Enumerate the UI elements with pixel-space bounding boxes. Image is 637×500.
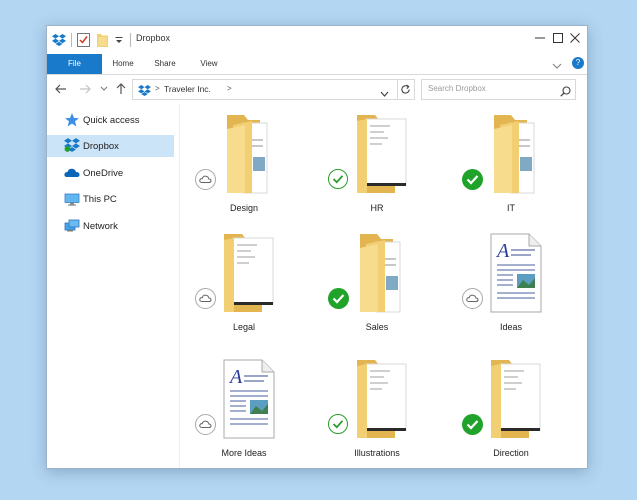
dropbox-icon xyxy=(64,138,80,154)
file-tile[interactable]: IT xyxy=(456,111,566,221)
nav-item-this-pc[interactable]: This PC xyxy=(47,188,174,210)
nav-item-onedrive[interactable]: OneDrive xyxy=(47,162,174,184)
always-available-icon xyxy=(462,414,483,435)
search-placeholder: Search Dropbox xyxy=(428,84,486,93)
new-folder-icon[interactable] xyxy=(95,31,109,49)
cloud-icon xyxy=(64,165,80,181)
help-icon[interactable]: ? xyxy=(572,57,584,69)
navigation-pane: Quick access Dropbox OneDrive This PC Ne… xyxy=(47,104,179,468)
file-tile[interactable]: A More Ideas xyxy=(189,356,299,466)
always-available-icon xyxy=(462,169,483,190)
breadcrumb-separator: > xyxy=(227,84,232,93)
window-title: Dropbox xyxy=(136,33,171,43)
file-name: More Ideas xyxy=(221,448,267,458)
nav-item-label: Quick access xyxy=(83,114,140,126)
title-bar: Dropbox xyxy=(47,26,587,54)
synced-icon xyxy=(328,169,348,189)
nav-item-label: Dropbox xyxy=(83,140,119,152)
folder-icon xyxy=(357,360,407,438)
document-icon: A xyxy=(223,359,275,439)
breadcrumb-folder[interactable]: Traveler Inc. xyxy=(164,84,211,94)
file-tile[interactable]: Legal xyxy=(189,230,299,340)
refresh-button[interactable] xyxy=(396,79,415,100)
minimize-button[interactable] xyxy=(531,29,549,47)
document-icon: A xyxy=(490,233,542,313)
customize-toolbar-icon[interactable] xyxy=(113,31,125,49)
up-button[interactable] xyxy=(113,81,129,97)
pane-divider xyxy=(179,104,180,468)
breadcrumb-separator: > xyxy=(155,84,160,93)
properties-icon[interactable] xyxy=(75,31,91,49)
file-name: Direction xyxy=(493,448,529,458)
star-icon xyxy=(64,112,80,128)
tab-view[interactable]: View xyxy=(188,54,230,74)
file-name: HR xyxy=(370,203,384,213)
online-only-icon xyxy=(462,288,483,309)
online-only-icon xyxy=(195,169,216,190)
back-button[interactable] xyxy=(53,81,69,97)
folder-icon xyxy=(224,234,274,312)
file-tile[interactable]: Design xyxy=(189,111,299,221)
file-name: Ideas xyxy=(499,322,523,332)
file-name: Design xyxy=(229,203,258,213)
ribbon-tabs: File Home Share View ? xyxy=(47,54,587,75)
close-button[interactable] xyxy=(566,29,584,47)
file-tile[interactable]: HR xyxy=(322,111,432,221)
tab-home[interactable]: Home xyxy=(102,54,144,74)
separator xyxy=(71,33,72,47)
file-tile[interactable]: Illustrations xyxy=(322,356,432,466)
search-icon[interactable] xyxy=(560,84,571,102)
computer-icon xyxy=(64,191,80,207)
svg-text:A: A xyxy=(495,240,510,262)
online-only-icon xyxy=(195,288,216,309)
recent-locations-button[interactable] xyxy=(96,81,112,97)
file-tile[interactable]: Direction xyxy=(456,356,566,466)
address-dropdown-icon[interactable] xyxy=(380,85,389,103)
maximize-button[interactable] xyxy=(549,29,567,47)
address-bar[interactable]: > Traveler Inc. > xyxy=(132,79,398,100)
forward-button[interactable] xyxy=(77,81,93,97)
folder-icon xyxy=(494,115,535,194)
file-name: Legal xyxy=(232,322,256,332)
folder-icon xyxy=(491,360,541,438)
file-name: Sales xyxy=(365,322,389,332)
file-tile[interactable]: Sales xyxy=(322,230,432,340)
dropbox-logo-icon xyxy=(51,31,67,49)
synced-icon xyxy=(328,414,348,434)
dropbox-icon xyxy=(138,83,151,101)
tab-share[interactable]: Share xyxy=(144,54,186,74)
file-name: Illustrations xyxy=(354,448,400,458)
nav-item-label: This PC xyxy=(83,193,117,205)
folder-icon xyxy=(227,115,268,194)
separator xyxy=(130,33,131,47)
online-only-icon xyxy=(195,414,216,435)
file-tile[interactable]: A Ideas xyxy=(456,230,566,340)
nav-item-dropbox[interactable]: Dropbox xyxy=(47,135,174,157)
svg-text:A: A xyxy=(228,366,243,388)
nav-item-quick-access[interactable]: Quick access xyxy=(47,109,174,131)
file-name: IT xyxy=(507,203,515,213)
folder-icon xyxy=(360,234,401,313)
search-input[interactable]: Search Dropbox xyxy=(421,79,576,100)
always-available-icon xyxy=(328,288,349,309)
folder-icon xyxy=(357,115,407,193)
tab-file[interactable]: File xyxy=(47,54,102,74)
expand-ribbon-icon[interactable] xyxy=(552,58,562,76)
nav-item-network[interactable]: Network xyxy=(47,215,174,237)
explorer-window: Dropbox File Home Share View ? > Travele… xyxy=(46,25,588,469)
nav-item-label: Network xyxy=(83,220,118,232)
nav-item-label: OneDrive xyxy=(83,167,124,179)
network-icon xyxy=(64,218,80,234)
